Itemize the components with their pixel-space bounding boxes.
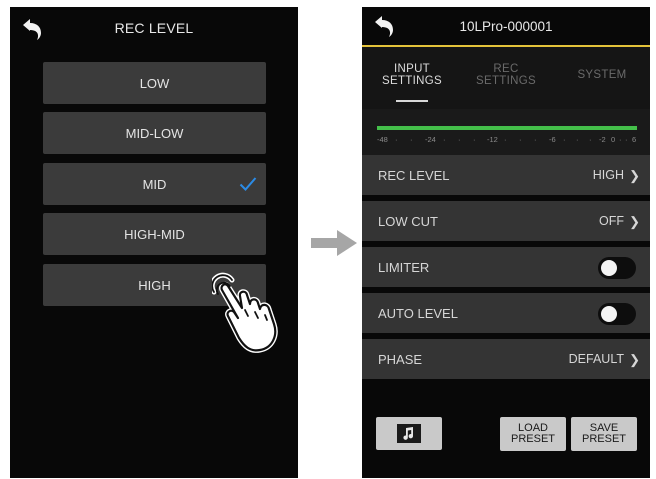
chevron-right-icon: ❯: [629, 168, 640, 183]
music-button[interactable]: [376, 417, 442, 450]
next-step-arrow-icon: [311, 230, 357, 256]
meter-scale-dot: ·: [534, 135, 537, 144]
page-title: REC LEVEL: [114, 20, 194, 36]
device-header: 10LPro-000001: [362, 7, 650, 45]
tab-input-settings[interactable]: INPUT SETTINGS: [376, 63, 448, 87]
phase-row[interactable]: PHASE DEFAULT ❯: [362, 339, 650, 379]
music-note-icon: [397, 424, 421, 443]
row-label: PHASE: [378, 352, 423, 367]
meter-scale-dot: ·: [473, 135, 476, 144]
rec-level-option-mid-low[interactable]: MID-LOW: [43, 112, 266, 154]
level-meter-scale: -48 · · -24 · · · -12 · · · -6 · · · -2 …: [377, 135, 639, 145]
load-preset-button[interactable]: LOAD PRESET: [500, 417, 566, 451]
tab-label-line2: SETTINGS: [476, 75, 536, 87]
chevron-right-icon: ❯: [629, 214, 640, 229]
button-label-line2: PRESET: [581, 433, 626, 445]
meter-scale-dot: ·: [619, 135, 622, 144]
row-label: LIMITER: [378, 260, 430, 275]
chevron-right-icon: ❯: [629, 352, 640, 367]
rec-level-screen: REC LEVEL LOW MID-LOW MID HIGH-MID HIGH: [10, 7, 298, 478]
meter-scale-label: -12: [487, 135, 498, 144]
option-label: HIGH: [138, 277, 171, 293]
meter-scale-dot: ·: [563, 135, 566, 144]
input-settings-screen: 10LPro-000001 INPUT SETTINGS REC SETTING…: [362, 7, 650, 478]
meter-scale-label: 6: [632, 135, 637, 144]
tab-system[interactable]: SYSTEM: [566, 69, 638, 81]
tab-label-line1: REC: [493, 63, 519, 75]
button-label-line2: PRESET: [510, 433, 555, 445]
rec-level-option-high-mid[interactable]: HIGH-MID: [43, 213, 266, 255]
meter-scale-label: 0: [611, 135, 616, 144]
meter-scale-dot: ·: [504, 135, 507, 144]
toggle-knob: [601, 260, 617, 276]
option-label: LOW: [139, 75, 170, 91]
row-value: DEFAULT: [568, 352, 624, 366]
row-value: HIGH: [592, 168, 624, 182]
limiter-toggle[interactable]: [598, 257, 636, 279]
option-label: MID-LOW: [125, 125, 184, 141]
checkmark-icon: [239, 177, 257, 191]
rec-level-option-low[interactable]: LOW: [43, 62, 266, 104]
row-label: REC LEVEL: [378, 168, 450, 183]
meter-scale-dot: ·: [458, 135, 461, 144]
rec-level-header: REC LEVEL: [10, 7, 298, 51]
option-label: HIGH-MID: [124, 226, 185, 242]
auto-level-row: AUTO LEVEL: [362, 293, 650, 333]
low-cut-row[interactable]: LOW CUT OFF ❯: [362, 201, 650, 241]
active-tab-indicator: [396, 100, 428, 102]
meter-scale-label: -48: [377, 135, 388, 144]
level-meter: -48 · · -24 · · · -12 · · · -6 · · · -2 …: [362, 109, 650, 161]
meter-scale-dot: ·: [625, 135, 628, 144]
meter-scale-dot: ·: [395, 135, 398, 144]
save-preset-button[interactable]: SAVE PRESET: [571, 417, 637, 451]
row-label: AUTO LEVEL: [378, 306, 458, 321]
meter-scale-dot: ·: [519, 135, 522, 144]
tab-label-line1: SYSTEM: [577, 69, 627, 81]
option-label: MID: [142, 176, 167, 192]
tap-hand-icon: [212, 272, 278, 353]
tab-label-line1: INPUT: [394, 63, 430, 75]
level-meter-bar: [377, 126, 637, 130]
rec-level-option-mid[interactable]: MID: [43, 163, 266, 205]
row-label: LOW CUT: [378, 214, 438, 229]
meter-scale-label: -6: [549, 135, 556, 144]
toggle-knob: [601, 306, 617, 322]
meter-scale-dot: ·: [576, 135, 579, 144]
tab-label-line2: SETTINGS: [382, 75, 442, 87]
meter-scale-label: -24: [425, 135, 436, 144]
device-name: 10LPro-000001: [459, 19, 553, 34]
meter-scale-dot: ·: [410, 135, 413, 144]
row-value: OFF: [599, 214, 624, 228]
auto-level-toggle[interactable]: [598, 303, 636, 325]
meter-scale-label: -2: [599, 135, 606, 144]
meter-scale-dot: ·: [443, 135, 446, 144]
tab-rec-settings[interactable]: REC SETTINGS: [470, 63, 542, 87]
meter-scale-dot: ·: [589, 135, 592, 144]
rec-level-row[interactable]: REC LEVEL HIGH ❯: [362, 155, 650, 195]
limiter-row: LIMITER: [362, 247, 650, 287]
